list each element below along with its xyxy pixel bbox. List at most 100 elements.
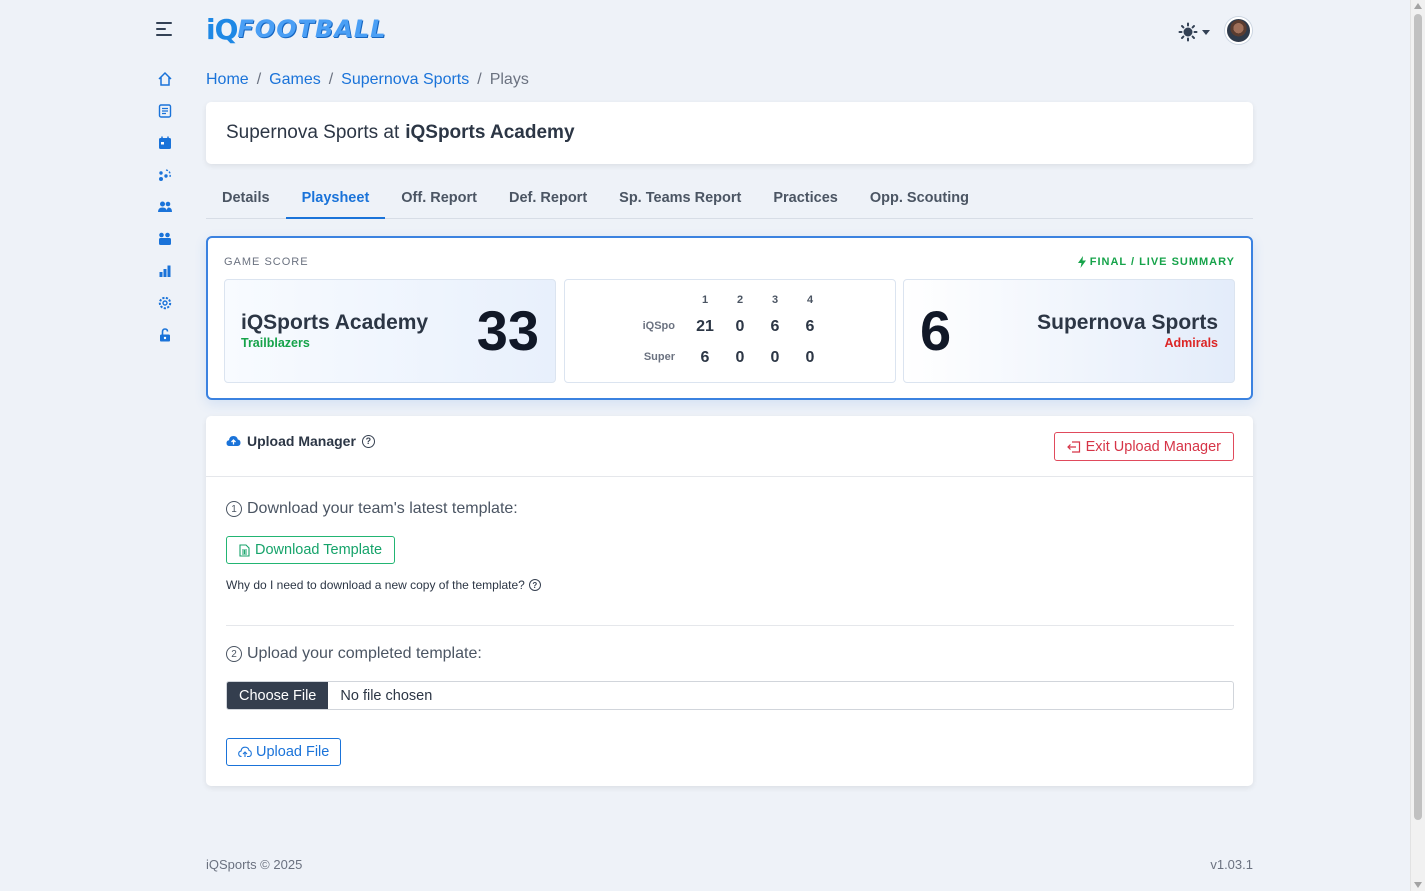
help-icon[interactable]: ? [528, 579, 541, 591]
upload-manager-card: Upload Manager ? Exit Upload Manager 1 D… [206, 416, 1253, 786]
upload-file-button[interactable]: Upload File [226, 738, 342, 766]
away-quarter-score: 6 [700, 349, 710, 366]
tab-playsheet[interactable]: Playsheet [285, 180, 386, 219]
away-team-name: Supernova Sports [1037, 311, 1218, 334]
breadcrumb-home[interactable]: Home [206, 71, 249, 89]
section-divider [226, 625, 1234, 626]
sidebar-item-users[interactable] [154, 196, 176, 218]
users-icon [158, 201, 172, 212]
menu-toggle-icon[interactable] [156, 22, 172, 36]
away-team-box: 6 Supernova Sports Admirals [903, 279, 1235, 383]
home-team-box: iQSports Academy Trailblazers 33 [224, 279, 556, 383]
final-summary-link[interactable]: FINAL / LIVE SUMMARY [1077, 256, 1235, 268]
file-input[interactable]: Choose File No file chosen [226, 681, 1234, 710]
home-quarter-score: 6 [805, 318, 815, 335]
footer-version: v1.03.1 [1210, 857, 1253, 872]
quarter-header: 3 [771, 294, 779, 306]
away-quarter-score: 0 [770, 349, 780, 366]
theme-toggle-button[interactable] [1178, 22, 1210, 42]
settings-icon [158, 296, 172, 310]
app-logo[interactable]: iQ FOOTBALL [206, 12, 386, 46]
page-title: Supernova Sports at iQSports Academy [206, 102, 1253, 164]
footer-copyright: iQSports © 2025 [206, 857, 303, 872]
help-icon[interactable]: ? [361, 434, 375, 448]
stats-icon [159, 265, 171, 277]
breadcrumb: Home / Games / Supernova Sports / Plays [206, 71, 529, 89]
sidebar-item-calendar[interactable] [154, 132, 176, 154]
user-avatar[interactable] [1225, 17, 1252, 44]
download-template-button[interactable]: Download Template [226, 536, 396, 564]
breadcrumb-opponent[interactable]: Supernova Sports [341, 71, 469, 89]
page-title-team: iQSports Academy [405, 122, 575, 143]
sidebar-item-stats[interactable] [154, 260, 176, 282]
quarter-header: 4 [806, 294, 814, 306]
sidebar-item-home[interactable] [154, 68, 176, 90]
unlock-icon [160, 328, 170, 342]
quarter-header: 2 [736, 294, 744, 306]
home-quarter-score: 6 [770, 318, 780, 335]
breadcrumb-separator: / [328, 71, 334, 88]
game-score-card: GAME SCORE FINAL / LIVE SUMMARY iQSports… [206, 236, 1253, 400]
sidebar-item-settings[interactable] [154, 292, 176, 314]
logo-iq: iQ [206, 12, 238, 46]
step-2-label: Upload your completed template: [247, 645, 482, 662]
file-status: No file chosen [340, 687, 433, 704]
away-team-abbr: Super [643, 351, 675, 363]
away-quarter-score: 0 [805, 349, 815, 366]
away-team-mascot: Admirals [1164, 336, 1219, 350]
template-help-text: Why do I need to download a new copy of … [226, 578, 541, 592]
plays-icon [159, 169, 171, 181]
step-2-title: 2 Upload your completed template: [226, 645, 482, 663]
breadcrumb-separator: / [477, 71, 482, 88]
tab-opp-scouting[interactable]: Opp. Scouting [854, 180, 985, 219]
away-team-score: 6 [920, 299, 952, 362]
choose-file-button[interactable]: Choose File [227, 682, 329, 709]
calendar-icon [159, 136, 171, 149]
tab-details[interactable]: Details [206, 180, 286, 219]
quarter-scores-table: 1 2 3 4 iQSpo 21 0 6 6 Super 6 0 0 0 [564, 279, 896, 383]
away-quarter-score: 0 [735, 349, 745, 366]
home-quarter-score: 0 [735, 318, 745, 335]
download-template-label: Download Template [255, 542, 383, 558]
sidebar-item-playbook[interactable] [154, 100, 176, 122]
playbook-icon [158, 104, 172, 118]
game-score-label: GAME SCORE [224, 256, 309, 268]
sidebar-item-teams[interactable] [154, 228, 176, 250]
home-team-score: 33 [476, 299, 539, 362]
upload-manager-label: Upload Manager [247, 433, 356, 449]
scroll-thumb[interactable] [1414, 14, 1422, 820]
chevron-down-icon [1202, 29, 1210, 35]
upload-manager-header: Upload Manager ? Exit Upload Manager [206, 416, 1253, 477]
breadcrumb-separator: / [256, 71, 262, 88]
upload-manager-title: Upload Manager ? [226, 433, 375, 449]
teams-icon [159, 232, 171, 245]
step-1-label: Download your team's latest template: [247, 500, 518, 517]
sun-icon [1178, 22, 1198, 42]
tab-bar: Details Playsheet Off. Report Def. Repor… [206, 180, 1253, 219]
tab-sp-teams-report[interactable]: Sp. Teams Report [603, 180, 757, 219]
home-quarter-score: 21 [696, 318, 714, 335]
scroll-up-arrow[interactable] [1414, 3, 1422, 9]
sidebar-item-plays[interactable] [154, 164, 176, 186]
breadcrumb-games[interactable]: Games [269, 71, 321, 89]
home-icon [158, 71, 172, 86]
final-summary-label: FINAL / LIVE SUMMARY [1089, 256, 1235, 268]
sidebar-item-logout[interactable] [154, 324, 176, 346]
breadcrumb-current: Plays [489, 71, 529, 88]
tab-off-report[interactable]: Off. Report [385, 180, 493, 219]
exit-upload-manager-button[interactable]: Exit Upload Manager [1053, 432, 1234, 461]
quarter-header: 1 [701, 294, 709, 306]
step-2-number: 2 [226, 646, 242, 662]
exit-upload-manager-label: Exit Upload Manager [1085, 438, 1221, 455]
home-team-mascot: Trailblazers [241, 336, 310, 350]
bolt-icon [1077, 256, 1086, 268]
exit-icon [1066, 440, 1080, 453]
tab-practices[interactable]: Practices [757, 180, 854, 219]
upload-file-label: Upload File [256, 744, 330, 760]
step-1-title: 1 Download your team's latest template: [226, 500, 518, 518]
scroll-down-arrow[interactable] [1414, 882, 1422, 888]
page-title-prefix: Supernova Sports at [226, 122, 400, 143]
page-scrollbar[interactable] [1410, 0, 1425, 891]
cloud-upload-icon [238, 746, 252, 758]
tab-def-report[interactable]: Def. Report [493, 180, 603, 219]
